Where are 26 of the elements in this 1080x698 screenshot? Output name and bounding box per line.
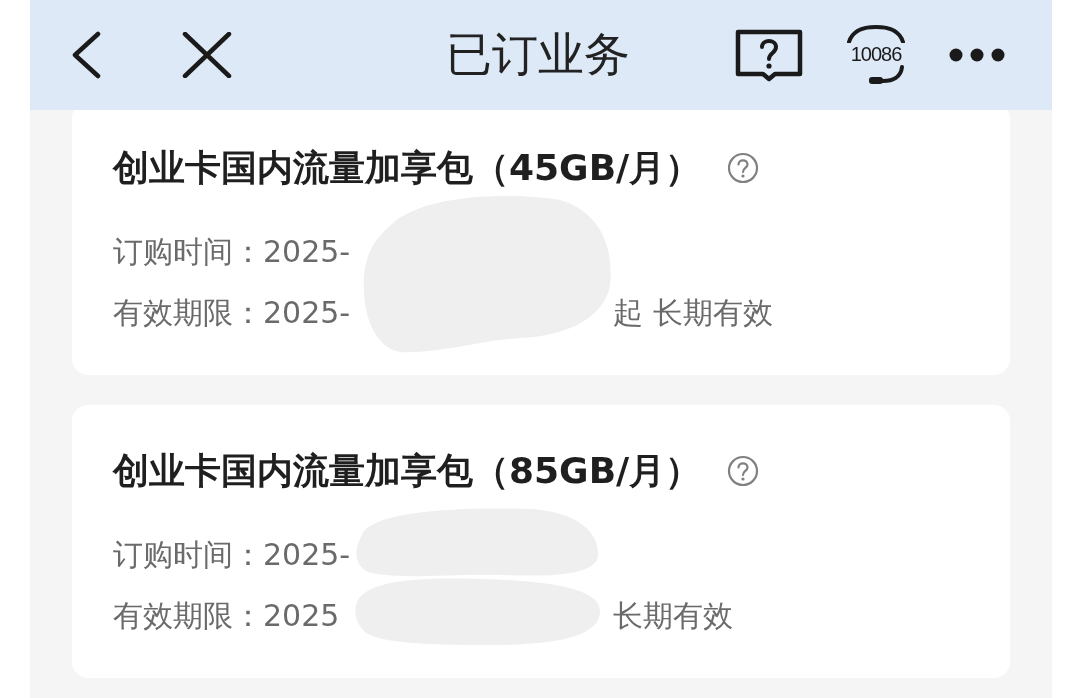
headset-icon — [845, 25, 907, 43]
validity-note: 长期有效 — [613, 597, 733, 635]
detail-value: 2025- — [263, 233, 351, 271]
close-button[interactable] — [182, 32, 232, 78]
detail-label: 订购时间： — [113, 233, 263, 271]
page-title: 已订业务 — [444, 26, 631, 83]
microphone-icon — [867, 65, 904, 85]
question-box-icon — [735, 28, 803, 82]
hotline-button[interactable]: 10086 — [845, 25, 907, 85]
more-icon — [949, 48, 1005, 62]
detail-value: 2025- — [263, 294, 351, 332]
help-icon[interactable] — [727, 455, 760, 487]
detail-label: 订购时间： — [113, 536, 263, 574]
back-button[interactable] — [70, 31, 102, 79]
package-title: 创业卡国内流量加享包（45GB/月） — [113, 146, 702, 190]
validity-note: 起 长期有效 — [613, 294, 773, 332]
back-icon — [70, 31, 102, 79]
close-icon — [182, 32, 232, 78]
more-button[interactable] — [949, 48, 1005, 62]
detail-label: 有效期限： — [113, 597, 263, 635]
detail-value: 2025- — [263, 536, 351, 574]
package-title: 创业卡国内流量加享包（85GB/月） — [113, 449, 702, 493]
help-icon[interactable] — [727, 152, 760, 184]
help-guide-button[interactable] — [735, 28, 803, 82]
detail-label: 有效期限： — [113, 294, 263, 332]
detail-value: 2025 — [263, 597, 340, 635]
